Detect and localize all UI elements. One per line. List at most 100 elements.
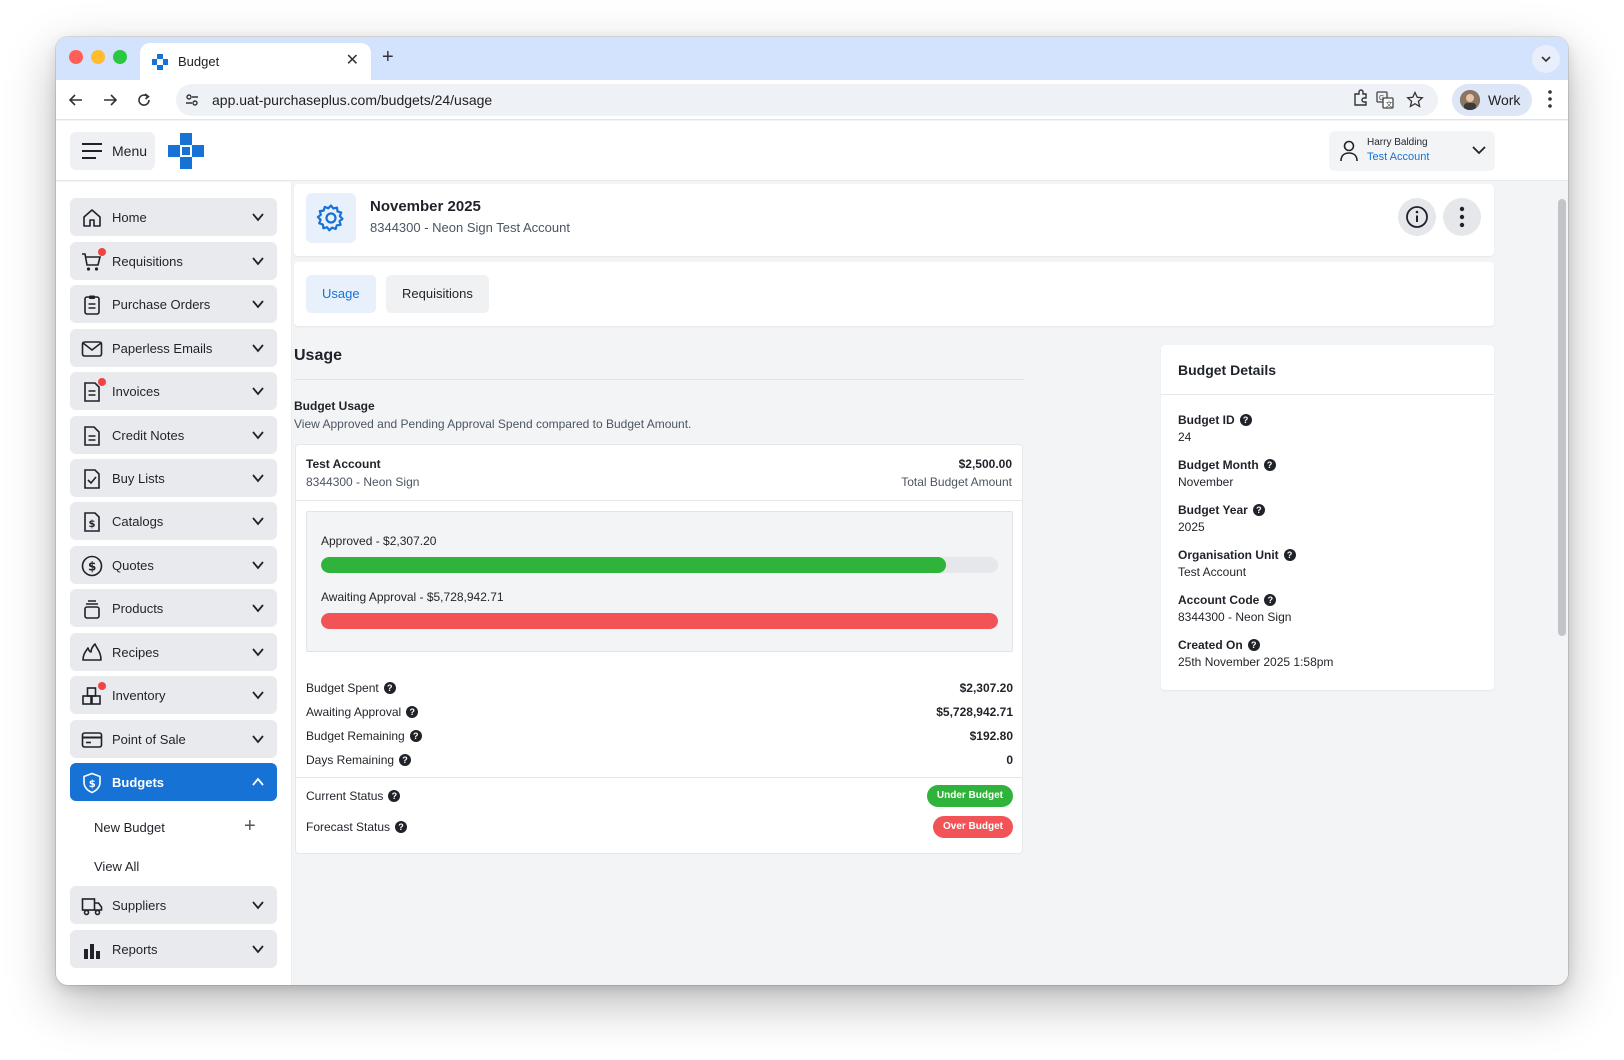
help-icon[interactable]: ? (1263, 459, 1276, 471)
chevron-down-icon (1472, 146, 1486, 155)
checklist-icon (84, 469, 100, 489)
browser-tab[interactable]: Budget ✕ (140, 43, 371, 80)
total-budget-label: Total Budget Amount (901, 475, 1012, 489)
stat-value: $5,728,942.71 (936, 705, 1013, 719)
budget-usage-description: View Approved and Pending Approval Spend… (294, 417, 692, 431)
browser-menu-icon[interactable] (1544, 88, 1556, 110)
budget-usage-card: Test Account 8344300 - Neon Sign $2,500.… (295, 444, 1023, 854)
chevron-down-icon (252, 561, 264, 570)
help-icon[interactable]: ? (399, 754, 412, 766)
chevron-down-icon (252, 300, 264, 309)
detail-label: Organisation Unit? (1178, 548, 1296, 562)
user-account: Test Account (1367, 151, 1430, 163)
sidebar-subitem-new-budget[interactable]: New Budget (94, 820, 165, 835)
status-badge: Over Budget (932, 816, 1013, 838)
sidebar-item-requisitions[interactable]: Requisitions (70, 242, 277, 280)
current-status-row: Current Status? Under Budget (306, 785, 1013, 807)
extensions-icon[interactable] (1351, 88, 1371, 108)
stat-awaiting-approval: Awaiting Approval? $5,728,942.71 (306, 705, 1013, 723)
reload-icon (138, 93, 150, 106)
stat-value: $2,307.20 (959, 681, 1013, 695)
sidebar-item-invoices[interactable]: Invoices (70, 372, 277, 410)
sidebar-item-reports[interactable]: Reports (70, 930, 277, 968)
menu-button[interactable]: Menu (70, 132, 155, 170)
help-icon[interactable]: ? (1283, 549, 1296, 561)
help-icon[interactable]: ? (1252, 504, 1265, 516)
divider (294, 379, 1024, 380)
profile-button[interactable]: Work (1452, 84, 1532, 116)
stat-label: Days Remaining (306, 753, 395, 767)
tab-requisitions[interactable]: Requisitions (386, 275, 489, 313)
user-menu[interactable]: Harry Balding Test Account (1329, 131, 1495, 171)
sidebar-item-label: Buy Lists (112, 471, 165, 486)
site-info-icon[interactable] (184, 92, 200, 108)
sidebar-item-credit-notes[interactable]: Credit Notes (70, 416, 277, 454)
info-button[interactable] (1398, 198, 1436, 236)
sidebar-item-label: Point of Sale (112, 732, 186, 747)
tab-search-button[interactable] (1532, 45, 1560, 73)
sidebar-item-suppliers[interactable]: Suppliers (70, 886, 277, 924)
sidebar-item-budgets[interactable]: $ Budgets (70, 763, 277, 801)
purchaseplus-favicon-icon (152, 54, 168, 70)
flame-icon (82, 643, 102, 661)
chevron-down-icon (252, 474, 264, 483)
address-bar[interactable]: app.uat-purchaseplus.com/budgets/24/usag… (176, 84, 1438, 116)
catalog-icon: $ (84, 512, 100, 532)
sidebar-item-products[interactable]: Products (70, 589, 277, 627)
sidebar-item-home[interactable]: Home (70, 198, 277, 236)
bar-chart-icon (84, 944, 100, 959)
notification-dot (98, 378, 106, 386)
forward-button[interactable] (98, 88, 122, 112)
sidebar-item-buy-lists[interactable]: Buy Lists (70, 459, 277, 497)
scrollbar[interactable] (1556, 181, 1568, 985)
close-tab-icon[interactable]: ✕ (346, 51, 359, 71)
scrollbar-thumb[interactable] (1558, 199, 1566, 636)
svg-text:$: $ (89, 779, 96, 790)
detail-value: November (1178, 475, 1234, 489)
add-budget-icon[interactable]: + (244, 816, 256, 836)
purchaseplus-logo[interactable] (168, 133, 204, 169)
help-icon[interactable]: ? (388, 790, 401, 802)
tab-usage[interactable]: Usage (306, 275, 376, 313)
help-icon[interactable]: ? (409, 730, 422, 742)
help-icon[interactable]: ? (383, 682, 396, 694)
chevron-down-icon (252, 344, 264, 353)
budget-details-card: Budget Details Budget ID? 24 Budget Month?… (1161, 345, 1494, 690)
bookmark-star-icon[interactable] (1406, 91, 1424, 109)
help-icon[interactable]: ? (1264, 594, 1277, 606)
arrow-left-icon (68, 94, 82, 106)
maximize-window-button[interactable] (113, 50, 127, 64)
sidebar-item-catalogs[interactable]: $ Catalogs (70, 502, 277, 540)
back-button[interactable] (64, 88, 88, 112)
sidebar-item-quotes[interactable]: $ Quotes (70, 546, 277, 584)
sidebar-item-label: Quotes (112, 558, 154, 573)
page-tabs: Usage Requisitions (294, 262, 1494, 326)
reload-button[interactable] (132, 88, 156, 112)
detail-label-text: Created On (1178, 638, 1243, 652)
sidebar-item-label: Home (112, 210, 147, 225)
sidebar-subitem-view-all[interactable]: View All (94, 859, 139, 874)
sidebar-item-label: Catalogs (112, 514, 164, 529)
sidebar-item-purchase-orders[interactable]: Purchase Orders (70, 285, 277, 323)
sidebar-item-point-of-sale[interactable]: Point of Sale (70, 720, 277, 758)
divider (296, 777, 1022, 778)
help-icon[interactable]: ? (395, 821, 408, 833)
close-window-button[interactable] (69, 50, 83, 64)
minimize-window-button[interactable] (91, 50, 105, 64)
sidebar-item-inventory[interactable]: Inventory (70, 676, 277, 714)
chevron-down-icon (252, 431, 264, 440)
kebab-icon (1459, 206, 1465, 228)
translate-icon[interactable]: G文 (1376, 91, 1394, 109)
sidebar-item-label: Purchase Orders (112, 297, 211, 312)
sidebar-item-paperless-emails[interactable]: Paperless Emails (70, 329, 277, 367)
stat-value: 0 (1006, 753, 1013, 767)
sidebar-item-recipes[interactable]: Recipes (70, 633, 277, 671)
help-icon[interactable]: ? (1247, 639, 1260, 651)
help-icon[interactable]: ? (406, 706, 419, 718)
help-icon[interactable]: ? (1239, 414, 1252, 426)
more-options-button[interactable] (1443, 198, 1481, 236)
new-tab-button[interactable]: + (382, 47, 394, 67)
sidebar-item-label: Invoices (112, 384, 160, 399)
dollar-circle-icon: $ (81, 555, 103, 577)
chevron-down-icon (252, 517, 264, 526)
